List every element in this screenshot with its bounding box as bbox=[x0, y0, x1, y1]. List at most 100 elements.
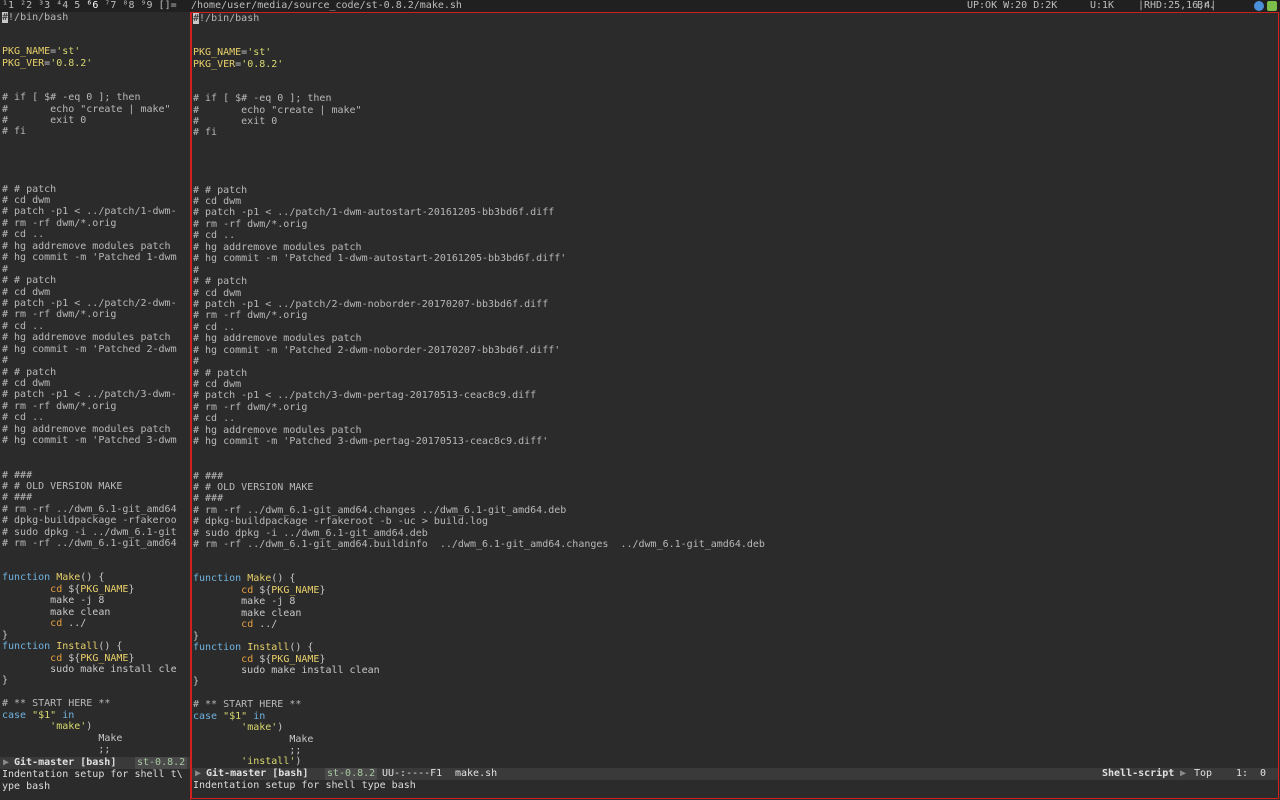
code-line[interactable]: 'make') bbox=[193, 722, 765, 733]
code-line[interactable] bbox=[2, 149, 177, 160]
code-line[interactable]: # bbox=[193, 356, 765, 367]
code-line[interactable]: function Install() { bbox=[193, 642, 765, 653]
code-line[interactable]: PKG_VER='0.8.2' bbox=[193, 59, 765, 70]
code-line[interactable]: # hg commit -m 'Patched 1-dwm-autostart-… bbox=[193, 253, 765, 264]
workspace-tag[interactable]: ⁴4 bbox=[56, 0, 74, 11]
code-line[interactable]: # hg addremove modules patch bbox=[2, 332, 177, 343]
code-line[interactable]: # ** START HERE ** bbox=[193, 699, 765, 710]
code-line[interactable]: case "$1" in bbox=[2, 710, 177, 721]
code-line[interactable] bbox=[193, 173, 765, 184]
code-line[interactable] bbox=[193, 459, 765, 470]
code-line[interactable]: sudo make install cle bbox=[2, 664, 176, 675]
code-line[interactable]: # rm -rf dwm/*.orig bbox=[193, 219, 765, 230]
code-line[interactable]: # hg commit -m 'Patched 2-dwm-noborder-2… bbox=[193, 345, 765, 356]
code-line[interactable]: sudo make install clean bbox=[193, 665, 765, 676]
code-line[interactable]: # ### bbox=[193, 471, 765, 482]
code-line[interactable] bbox=[2, 81, 177, 92]
code-line[interactable]: function Install() { bbox=[2, 641, 177, 652]
code-line[interactable]: # if [ $# -eq 0 ]; then bbox=[193, 93, 765, 104]
code-line[interactable]: # rm -rf dwm/*.orig bbox=[2, 218, 177, 229]
code-line[interactable]: # patch -p1 < ../patch/1-dwm- bbox=[2, 206, 177, 217]
code-line[interactable] bbox=[2, 69, 177, 80]
code-line[interactable]: # # patch bbox=[193, 185, 765, 196]
code-line[interactable]: # exit 0 bbox=[193, 116, 765, 127]
code-line[interactable]: # hg addremove modules patch bbox=[193, 333, 765, 344]
left-editor-pane[interactable]: #!/bin/bash PKG_NAME='st' PKG_VER='0.8.2'… bbox=[0, 12, 190, 800]
code-line[interactable]: # cd dwm bbox=[193, 196, 765, 207]
code-line[interactable]: # bbox=[2, 264, 177, 275]
code-line[interactable]: # cd dwm bbox=[193, 379, 765, 390]
workspace-tags[interactable]: ¹1 ²2 ³3 ⁴4 5 ⁶6 ⁷7 ⁸8 ⁹9 []= bbox=[2, 0, 183, 12]
code-line[interactable]: ;; bbox=[2, 744, 177, 755]
code-line[interactable]: # # patch bbox=[193, 276, 765, 287]
code-line[interactable] bbox=[2, 23, 177, 34]
code-line[interactable]: cd ${PKG_NAME} bbox=[2, 584, 177, 595]
code-line[interactable]: # cd dwm bbox=[2, 378, 177, 389]
code-line[interactable]: # bbox=[193, 265, 765, 276]
code-line[interactable]: # hg addremove modules patch bbox=[193, 425, 765, 436]
code-line[interactable]: Make bbox=[2, 733, 177, 744]
code-line[interactable]: 'install') bbox=[193, 756, 765, 767]
code-line[interactable]: # echo "create | make" bbox=[193, 105, 765, 116]
workspace-tag[interactable]: ³3 bbox=[38, 0, 56, 11]
code-line[interactable] bbox=[193, 551, 765, 562]
network-tray-icon[interactable] bbox=[1254, 1, 1264, 11]
code-line[interactable]: # ### bbox=[2, 470, 177, 481]
workspace-tag[interactable]: ⁹9 bbox=[140, 0, 158, 11]
code-line[interactable] bbox=[193, 688, 765, 699]
code-line[interactable]: # sudo dpkg -i ../dwm_6.1-git_amd64.deb bbox=[193, 528, 765, 539]
code-line[interactable]: ;; bbox=[193, 745, 765, 756]
code-line[interactable]: PKG_VER='0.8.2' bbox=[2, 58, 177, 69]
code-line[interactable]: # cd .. bbox=[193, 322, 765, 333]
code-line[interactable]: # fi bbox=[193, 127, 765, 138]
code-line[interactable]: # rm -rf ../dwm_6.1-git_amd64 bbox=[2, 504, 177, 515]
code-line[interactable] bbox=[2, 161, 177, 172]
code-line[interactable]: # rm -rf dwm/*.orig bbox=[193, 402, 765, 413]
code-line[interactable]: #!/bin/bash bbox=[2, 12, 177, 23]
code-line[interactable]: # cd .. bbox=[193, 230, 765, 241]
code-line[interactable]: # cd .. bbox=[2, 412, 177, 423]
code-line[interactable] bbox=[193, 70, 765, 81]
code-line[interactable]: # patch -p1 < ../patch/2-dwm-noborder-20… bbox=[193, 299, 765, 310]
code-line[interactable] bbox=[193, 24, 765, 35]
code-line[interactable]: # rm -rf dwm/*.orig bbox=[2, 309, 177, 320]
code-line[interactable]: # # OLD VERSION MAKE bbox=[2, 481, 177, 492]
code-line[interactable] bbox=[193, 150, 765, 161]
code-line[interactable]: # hg commit -m 'Patched 1-dwm bbox=[2, 252, 177, 263]
code-line[interactable]: function Make() { bbox=[193, 573, 765, 584]
code-line[interactable]: cd ${PKG_NAME} bbox=[2, 653, 177, 664]
code-line[interactable]: cd ${PKG_NAME} bbox=[193, 585, 765, 596]
code-line[interactable]: # ### bbox=[2, 492, 177, 503]
code-line[interactable]: # # patch bbox=[193, 368, 765, 379]
code-line[interactable]: } bbox=[193, 676, 765, 687]
code-line[interactable]: make clean bbox=[2, 607, 177, 618]
code-line[interactable] bbox=[2, 687, 177, 698]
code-line[interactable]: # bbox=[2, 355, 177, 366]
code-line[interactable] bbox=[193, 139, 765, 150]
code-line[interactable]: # dpkg-buildpackage -rfakeroo bbox=[2, 515, 177, 526]
code-line[interactable]: # cd .. bbox=[193, 413, 765, 424]
code-line[interactable]: # if [ $# -eq 0 ]; then bbox=[2, 92, 177, 103]
code-line[interactable]: # fi bbox=[2, 126, 177, 137]
code-line[interactable]: # cd dwm bbox=[2, 195, 177, 206]
code-line[interactable]: } bbox=[193, 631, 765, 642]
right-code-buffer[interactable]: #!/bin/bash PKG_NAME='st' PKG_VER='0.8.2'… bbox=[193, 13, 765, 768]
code-line[interactable] bbox=[193, 82, 765, 93]
code-line[interactable]: make -j 8 bbox=[193, 596, 765, 607]
workspace-tag[interactable]: ²2 bbox=[20, 0, 38, 11]
code-line[interactable]: # hg commit -m 'Patched 2-dwm bbox=[2, 344, 177, 355]
code-line[interactable]: # rm -rf ../dwm_6.1-git_amd64 bbox=[2, 538, 177, 549]
workspace-tag[interactable]: ¹1 bbox=[2, 0, 20, 11]
code-line[interactable] bbox=[2, 458, 177, 469]
code-line[interactable]: function Make() { bbox=[2, 572, 177, 583]
workspace-tag[interactable]: ⁸8 bbox=[122, 0, 140, 11]
code-line[interactable]: # cd dwm bbox=[193, 288, 765, 299]
code-line[interactable]: # hg addremove modules patch bbox=[2, 241, 177, 252]
code-line[interactable]: # ### bbox=[193, 493, 765, 504]
code-line[interactable]: Make bbox=[193, 734, 765, 745]
code-line[interactable]: # rm -rf dwm/*.orig bbox=[193, 310, 765, 321]
code-line[interactable]: # rm -rf ../dwm_6.1-git_amd64.changes ..… bbox=[193, 505, 765, 516]
code-line[interactable]: # # patch bbox=[2, 367, 177, 378]
code-line[interactable]: cd ../ bbox=[193, 619, 765, 630]
code-line[interactable] bbox=[2, 172, 177, 183]
